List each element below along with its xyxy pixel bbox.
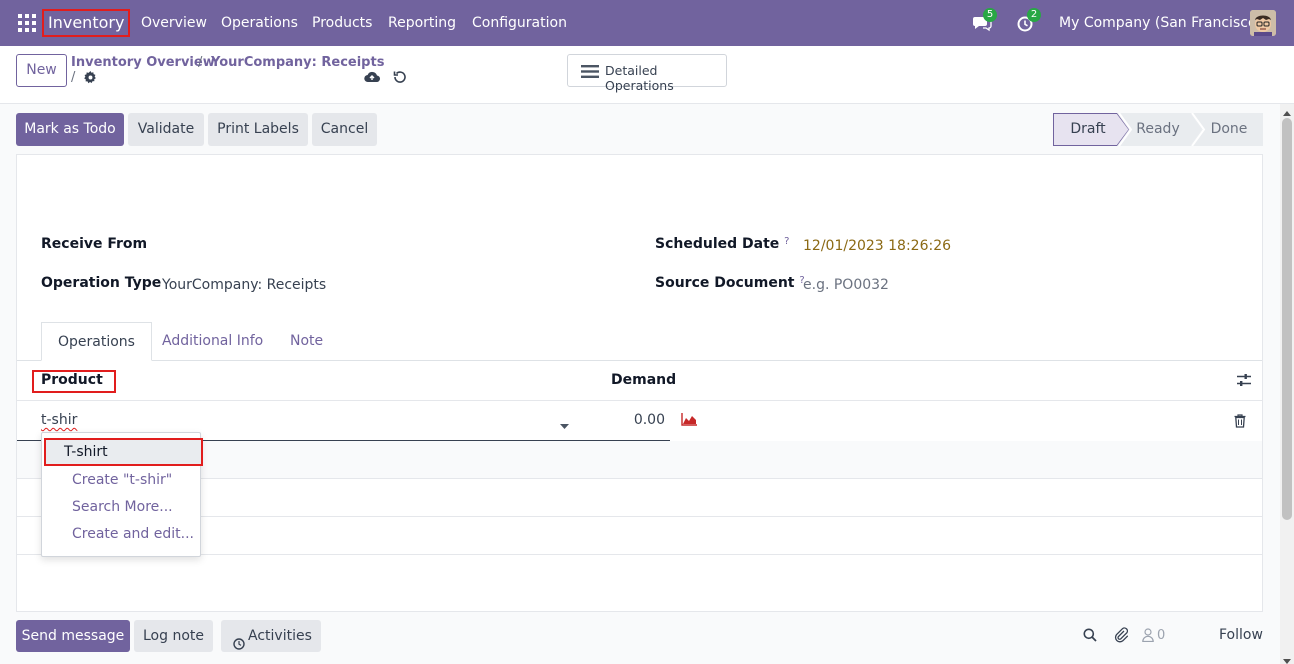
breadcrumb-separator-2: / (71, 70, 76, 85)
clock-icon (233, 630, 245, 662)
row-divider (17, 516, 1262, 517)
column-demand[interactable]: Demand (611, 372, 676, 388)
validate-button[interactable]: Validate (128, 113, 204, 146)
scroll-up-arrow-icon[interactable] (1283, 106, 1291, 121)
operation-type-label: Operation Type (41, 275, 162, 291)
menu-reporting[interactable]: Reporting (388, 14, 456, 32)
scheduled-date-label: Scheduled Date ? (655, 236, 789, 252)
control-panel: New Inventory Overview / YourCompany: Re… (0, 46, 1294, 104)
apps-menu-icon[interactable] (18, 14, 36, 32)
operation-type-value[interactable]: YourCompany: Receipts (162, 277, 326, 293)
followers-icon[interactable] (1142, 628, 1154, 646)
breadcrumb-inventory-overview[interactable]: Inventory Overview (71, 55, 215, 70)
detailed-operations-button[interactable]: Detailed Operations (567, 54, 727, 93)
empty-table-row (17, 441, 1262, 479)
detailed-operations-label: Detailed Operations (605, 63, 674, 93)
messages-icon[interactable]: 5 (972, 8, 997, 33)
search-icon[interactable] (1083, 628, 1097, 646)
tab-additional-info[interactable]: Additional Info (146, 322, 279, 361)
row-divider (17, 554, 1262, 555)
breadcrumb-current: YourCompany: Receipts (211, 55, 385, 70)
send-message-button[interactable]: Send message (16, 620, 130, 652)
scrollbar-thumb[interactable] (1282, 118, 1292, 520)
autocomplete-option-tshirt[interactable]: T-shirt (44, 438, 203, 466)
followers-count: 0 (1157, 628, 1166, 643)
help-tooltip-icon[interactable]: ? (784, 236, 789, 247)
source-document-label-text: Source Document (655, 275, 795, 291)
gear-icon[interactable] (84, 71, 97, 88)
row-divider (17, 478, 1262, 479)
cancel-button[interactable]: Cancel (312, 113, 377, 146)
menu-operations[interactable]: Operations (221, 14, 298, 32)
chevron-down-icon[interactable] (560, 419, 569, 434)
tab-note[interactable]: Note (274, 322, 339, 361)
print-labels-button[interactable]: Print Labels (208, 113, 308, 146)
list-icon (581, 65, 599, 78)
activities-clock-icon[interactable]: 2 (1016, 8, 1041, 33)
receive-from-label: Receive From (41, 236, 148, 252)
status-ready[interactable]: Ready (1128, 113, 1188, 146)
autocomplete-create-and-edit[interactable]: Create and edit... (72, 526, 194, 542)
save-cloud-icon[interactable] (364, 70, 381, 88)
menu-products[interactable]: Products (312, 14, 372, 32)
scheduled-date-value[interactable]: 12/01/2023 18:26:26 (803, 238, 951, 254)
forecast-chart-icon[interactable] (681, 413, 697, 430)
demand-value[interactable]: 0.00 (600, 412, 665, 428)
breadcrumb-separator: / (198, 55, 203, 70)
user-avatar[interactable] (1250, 10, 1276, 36)
optional-columns-icon[interactable] (1236, 373, 1252, 391)
tab-operations[interactable]: Operations (41, 322, 152, 361)
app-name[interactable]: Inventory (42, 9, 131, 37)
table-header-border (17, 400, 1262, 401)
log-note-button[interactable]: Log note (134, 620, 213, 652)
product-header-highlight (32, 370, 116, 393)
source-document-input[interactable]: e.g. PO0032 (803, 277, 889, 293)
follow-button[interactable]: Follow (1219, 627, 1263, 643)
top-navbar: Inventory Overview Operations Products R… (0, 0, 1294, 46)
autocomplete-search-more[interactable]: Search More... (72, 499, 173, 515)
trash-icon[interactable] (1234, 414, 1246, 432)
messages-badge: 5 (983, 8, 997, 22)
product-search-text: t-shir (41, 412, 78, 428)
discard-undo-icon[interactable] (393, 70, 407, 88)
source-document-label: Source Document ? (655, 275, 805, 291)
scheduled-date-label-text: Scheduled Date (655, 236, 780, 252)
autocomplete-option-tshirt-label: T-shirt (64, 444, 108, 460)
paperclip-icon[interactable] (1114, 627, 1129, 647)
activities-button[interactable]: Activities (221, 620, 321, 652)
menu-configuration[interactable]: Configuration (472, 14, 567, 32)
product-search-input[interactable]: t-shir (41, 412, 77, 428)
product-autocomplete-dropdown: T-shirt Create "t-shir" Search More... C… (41, 432, 203, 557)
autocomplete-create[interactable]: Create "t-shir" (72, 472, 172, 488)
activities-button-label: Activities (248, 628, 312, 644)
menu-overview[interactable]: Overview (141, 14, 207, 32)
status-draft[interactable]: Draft (1053, 113, 1123, 146)
company-switcher[interactable]: My Company (San Francisco) (1059, 14, 1262, 32)
status-done[interactable]: Done (1198, 113, 1260, 146)
scroll-down-arrow-icon[interactable] (1283, 654, 1291, 664)
new-button[interactable]: New (16, 54, 67, 87)
mark-as-todo-button[interactable]: Mark as Todo (16, 113, 124, 146)
activities-badge: 2 (1027, 8, 1041, 22)
